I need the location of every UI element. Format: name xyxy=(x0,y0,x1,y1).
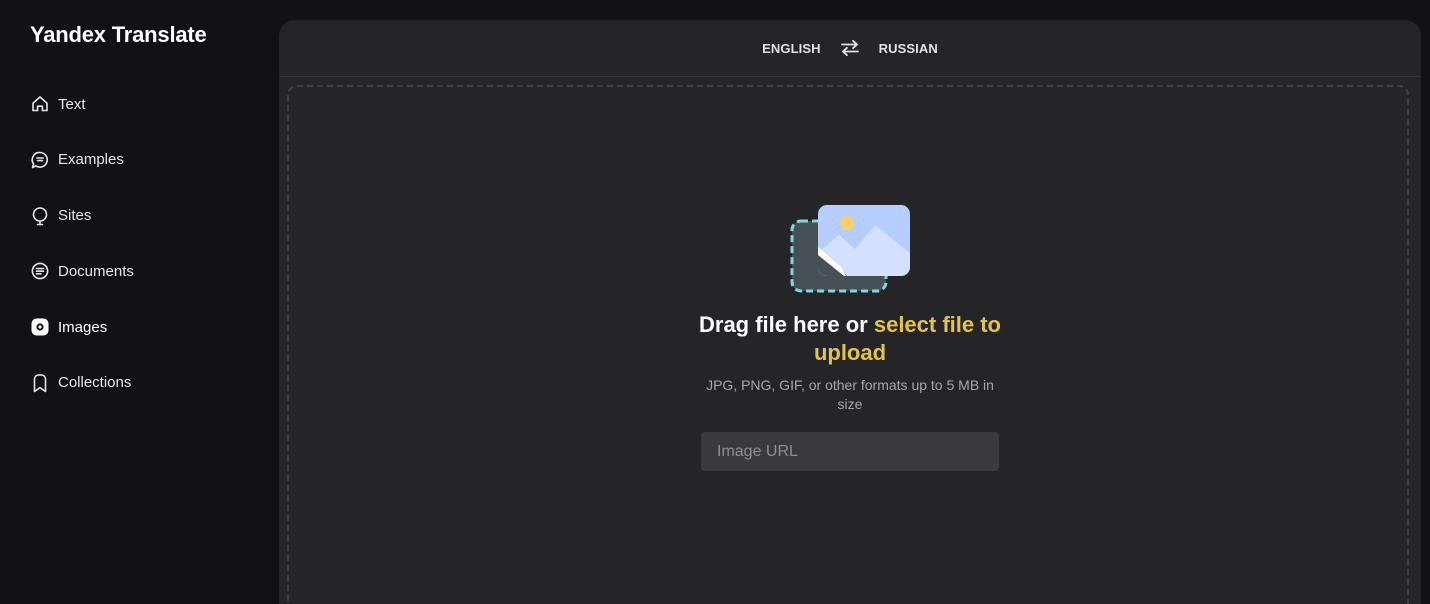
dropzone-title-text: Drag file here or xyxy=(699,312,874,337)
dropzone-format-hint: JPG, PNG, GIF, or other formats up to 5 … xyxy=(706,377,994,412)
image-upload-illustration-icon xyxy=(790,205,910,293)
sidebar-item-label: Text xyxy=(58,95,86,113)
sidebar-item-collections[interactable]: Collections xyxy=(30,369,134,397)
app-window: Yandex Translate Text Examples Sites Doc… xyxy=(0,0,1430,604)
sidebar: Yandex Translate Text Examples Sites Doc… xyxy=(0,0,279,604)
chat-bubble-icon xyxy=(30,150,50,170)
document-icon xyxy=(30,261,50,281)
sidebar-item-images[interactable]: Images xyxy=(30,313,134,341)
target-language-selector[interactable]: RUSSIAN xyxy=(879,41,938,56)
sidebar-item-sites[interactable]: Sites xyxy=(30,202,134,230)
sidebar-nav: Text Examples Sites Documents Images Col… xyxy=(30,90,134,425)
globe-pin-icon xyxy=(30,206,50,226)
swap-languages-button[interactable] xyxy=(839,37,861,59)
sidebar-item-text[interactable]: Text xyxy=(30,90,134,118)
sidebar-item-label: Collections xyxy=(58,374,132,392)
image-lens-icon xyxy=(30,317,50,337)
image-dropzone[interactable]: Drag file here or select file to upload … xyxy=(287,85,1409,604)
sidebar-item-label: Documents xyxy=(58,262,134,280)
source-language-selector[interactable]: ENGLISH xyxy=(762,41,820,56)
sidebar-item-label: Images xyxy=(58,318,108,336)
sidebar-item-documents[interactable]: Documents xyxy=(30,257,134,285)
main-panel: ENGLISH RUSSIAN Drag file here or select… xyxy=(279,20,1421,604)
app-logo[interactable]: Yandex Translate xyxy=(30,22,207,48)
image-url-input[interactable] xyxy=(701,432,999,471)
sidebar-item-examples[interactable]: Examples xyxy=(30,146,134,174)
sidebar-item-label: Sites xyxy=(58,207,92,225)
language-bar: ENGLISH RUSSIAN xyxy=(279,20,1421,77)
sidebar-item-label: Examples xyxy=(58,151,124,169)
bookmark-icon xyxy=(30,373,50,393)
dropzone-title: Drag file here or select file to upload xyxy=(689,311,1011,367)
home-icon xyxy=(30,94,50,114)
swap-arrows-icon xyxy=(840,39,859,57)
